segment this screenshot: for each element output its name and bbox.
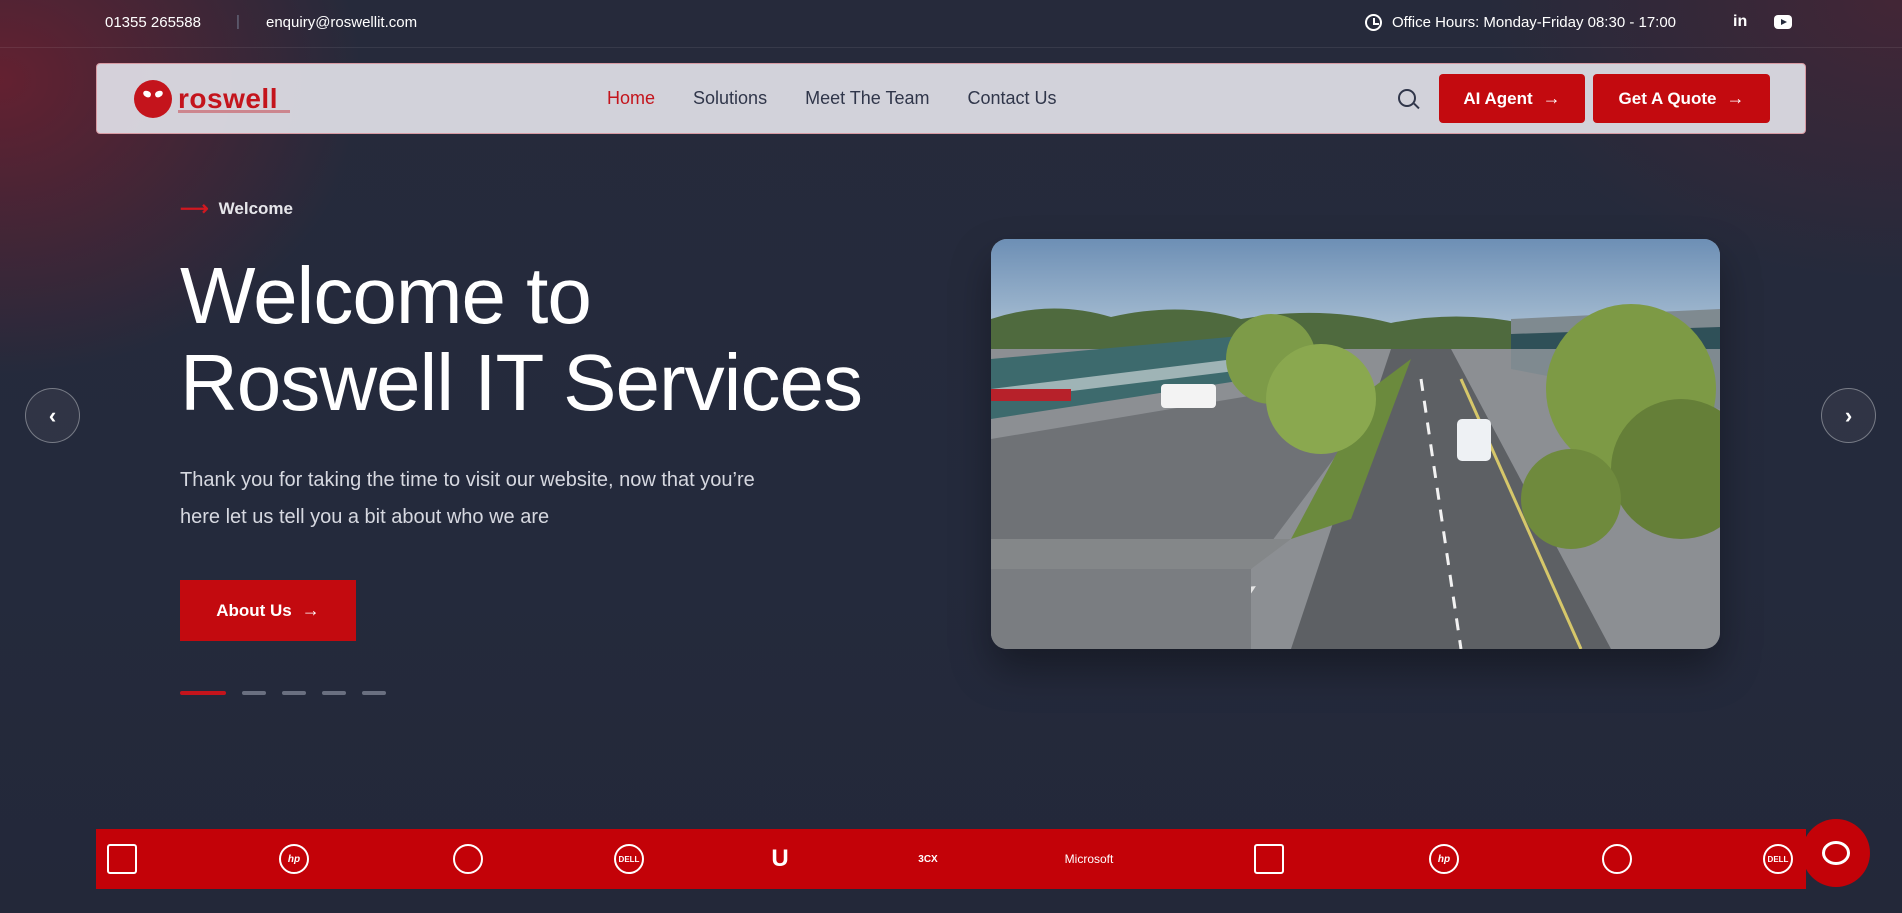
hero-image-office-park bbox=[991, 239, 1720, 649]
office-park-photo bbox=[991, 239, 1720, 649]
slide-dot-2[interactable] bbox=[242, 691, 266, 695]
clock-icon bbox=[1365, 14, 1382, 31]
nav-solutions[interactable]: Solutions bbox=[693, 88, 767, 109]
linkedin-icon[interactable]: in bbox=[1733, 13, 1747, 31]
phone-link[interactable]: 01355 265588 bbox=[105, 14, 201, 31]
hero-subtitle-line-2: here let us tell you a bit about who we … bbox=[180, 506, 550, 528]
about-us-button[interactable]: About Us → bbox=[180, 580, 356, 641]
top-info-bar: 01355 265588 | enquiry@roswellit.com Off… bbox=[0, 0, 1902, 48]
partner-accreditation-icon bbox=[1599, 843, 1635, 875]
slide-dot-1[interactable] bbox=[180, 691, 226, 695]
get-a-quote-button[interactable]: Get A Quote → bbox=[1593, 74, 1770, 123]
partner-hp-logo: hp bbox=[1426, 843, 1462, 875]
slide-dot-4[interactable] bbox=[322, 691, 346, 695]
slide-dot-3[interactable] bbox=[282, 691, 306, 695]
chat-widget-button[interactable] bbox=[1802, 819, 1870, 887]
chat-bubble-icon bbox=[1822, 841, 1850, 865]
long-arrow-icon: ⟶ bbox=[180, 198, 209, 220]
slider-pagination bbox=[180, 691, 386, 695]
ai-agent-label: AI Agent bbox=[1463, 88, 1533, 108]
prev-slide-button[interactable]: ‹ bbox=[25, 388, 80, 443]
get-a-quote-label: Get A Quote bbox=[1618, 88, 1717, 108]
nav-contact-us[interactable]: Contact Us bbox=[967, 88, 1056, 109]
partner-badge-icon bbox=[1251, 843, 1287, 875]
alien-logo-icon bbox=[134, 80, 172, 118]
slide-dot-5[interactable] bbox=[362, 691, 386, 695]
hero-subtitle: Thank you for taking the time to visit o… bbox=[180, 462, 880, 536]
partner-magnet-icon: U bbox=[771, 845, 789, 872]
partner-dell-logo: DELL bbox=[1760, 843, 1796, 875]
arrow-right-icon: → bbox=[1726, 88, 1745, 108]
topbar-separator: | bbox=[236, 13, 240, 30]
partner-3cx-logo: 3CX bbox=[918, 853, 938, 865]
logo-text: roswell bbox=[178, 83, 278, 114]
partner-dell-logo: DELL bbox=[611, 843, 647, 875]
search-icon[interactable] bbox=[1398, 89, 1416, 107]
partner-microsoft-logo: Microsoft bbox=[1064, 852, 1114, 866]
hero-title-line-2: Roswell IT Services bbox=[180, 338, 863, 427]
logo[interactable]: roswell bbox=[134, 80, 290, 118]
arrow-right-icon: → bbox=[301, 600, 320, 620]
hero-tag-label: Welcome bbox=[218, 198, 293, 218]
partner-badge-icon bbox=[104, 843, 140, 875]
logo-tagline-mark bbox=[178, 110, 290, 113]
youtube-icon[interactable] bbox=[1774, 15, 1792, 29]
arrow-right-icon: → bbox=[1542, 88, 1561, 108]
partner-logo-strip: hp DELL U 3CX Microsoft hp DELL bbox=[96, 829, 1806, 889]
nav-meet-the-team[interactable]: Meet The Team bbox=[805, 88, 929, 109]
chevron-left-icon: ‹ bbox=[48, 402, 57, 428]
partner-hp-logo: hp bbox=[276, 843, 312, 875]
hero-title-line-1: Welcome to bbox=[180, 251, 592, 340]
office-hours: Office Hours: Monday-Friday 08:30 - 17:0… bbox=[1365, 14, 1676, 31]
chevron-right-icon: › bbox=[1844, 402, 1853, 428]
hero-tag: ⟶ Welcome bbox=[180, 196, 293, 221]
nav-home[interactable]: Home bbox=[607, 88, 655, 109]
office-hours-text: Office Hours: Monday-Friday 08:30 - 17:0… bbox=[1392, 14, 1677, 31]
next-slide-button[interactable]: › bbox=[1821, 388, 1876, 443]
hero-subtitle-line-1: Thank you for taking the time to visit o… bbox=[180, 469, 755, 491]
ai-agent-button[interactable]: AI Agent → bbox=[1439, 74, 1585, 123]
main-navbar: roswell Home Solutions Meet The Team Con… bbox=[96, 63, 1806, 134]
about-us-label: About Us bbox=[216, 600, 292, 620]
main-menu: Home Solutions Meet The Team Contact Us bbox=[607, 88, 1057, 109]
hero-title: Welcome to Roswell IT Services bbox=[180, 251, 863, 427]
email-link[interactable]: enquiry@roswellit.com bbox=[266, 14, 417, 31]
partner-accreditation-icon bbox=[450, 843, 486, 875]
